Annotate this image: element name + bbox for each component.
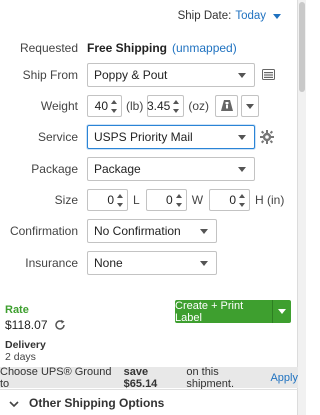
spinner-icon[interactable] bbox=[117, 193, 124, 208]
rate-label: Rate bbox=[5, 304, 29, 316]
insurance-label: Insurance bbox=[25, 255, 78, 270]
height-unit: H (in) bbox=[255, 192, 285, 207]
scrollbar-thumb[interactable] bbox=[299, 2, 305, 92]
ups-promo-savings: save $65.14 bbox=[123, 365, 158, 390]
spinner-icon[interactable] bbox=[111, 99, 118, 114]
confirmation-select[interactable]: No Confirmation bbox=[87, 218, 217, 243]
gear-icon[interactable] bbox=[260, 129, 274, 144]
requested-label: Requested bbox=[19, 41, 78, 55]
scale-dropdown-button[interactable] bbox=[241, 94, 260, 117]
requested-unmapped-link[interactable]: (unmapped) bbox=[172, 41, 237, 55]
weight-lb-value: 40 bbox=[94, 98, 108, 113]
scale-icon bbox=[220, 100, 233, 111]
chevron-down-icon bbox=[238, 134, 246, 140]
confirmation-value: No Confirmation bbox=[94, 223, 181, 238]
chevron-down-icon bbox=[200, 228, 208, 234]
service-value: USPS Priority Mail bbox=[94, 129, 193, 144]
size-height-input[interactable]: 0 bbox=[209, 188, 251, 211]
package-value: Package bbox=[94, 161, 141, 176]
delivery-label: Delivery bbox=[5, 339, 46, 351]
lb-unit: (lb) bbox=[126, 98, 144, 113]
chevron-down-icon[interactable] bbox=[273, 13, 281, 19]
weight-lb-input[interactable]: 40 bbox=[87, 94, 122, 117]
chevron-down-icon bbox=[246, 103, 255, 109]
ship-from-row: Ship From Poppy & Pout bbox=[0, 62, 298, 87]
size-width-value: 0 bbox=[166, 192, 173, 207]
size-length-value: 0 bbox=[107, 192, 114, 207]
package-row: Package Package bbox=[0, 156, 298, 181]
insurance-row: Insurance None bbox=[0, 250, 298, 275]
spinner-icon[interactable] bbox=[175, 193, 183, 208]
delivery-value: 2 days bbox=[5, 351, 36, 363]
spinner-icon[interactable] bbox=[173, 99, 180, 114]
ups-promo-text: Choose UPS® Ground to bbox=[0, 365, 112, 390]
ship-from-value: Poppy & Pout bbox=[94, 67, 168, 82]
ship-from-select[interactable]: Poppy & Pout bbox=[87, 62, 255, 87]
weight-row: Weight 40 (lb) 3.45 (oz) bbox=[0, 94, 298, 117]
size-length-input[interactable]: 0 bbox=[87, 188, 128, 211]
rate-value: $118.07 bbox=[5, 318, 48, 332]
printer-icon[interactable] bbox=[262, 68, 275, 81]
size-height-value: 0 bbox=[229, 192, 237, 207]
ups-promo-text-after: on this shipment. bbox=[186, 365, 235, 390]
insurance-select[interactable]: None bbox=[87, 250, 217, 275]
create-label-dropdown-button[interactable] bbox=[272, 300, 291, 323]
ship-date[interactable]: Ship Date: Today bbox=[178, 10, 281, 22]
weight-oz-value: 3.45 bbox=[146, 98, 171, 113]
apply-link[interactable]: Apply bbox=[270, 372, 298, 384]
size-width-input[interactable]: 0 bbox=[145, 188, 187, 211]
requested-row: Requested Free Shipping (unmapped) bbox=[0, 40, 298, 56]
insurance-value: None bbox=[94, 255, 123, 270]
weight-label: Weight bbox=[40, 98, 78, 113]
chevron-down-icon bbox=[9, 398, 19, 408]
size-label: Size bbox=[54, 192, 78, 207]
size-row: Size 0 L 0 W 0 H (in) bbox=[0, 188, 298, 211]
scale-button[interactable] bbox=[215, 94, 239, 117]
ship-date-label: Ship Date: bbox=[177, 10, 232, 22]
other-shipping-options-toggle[interactable]: Other Shipping Options bbox=[0, 389, 298, 415]
rate-display: $118.07 bbox=[5, 318, 66, 332]
create-print-label-button[interactable]: Create + Print Label bbox=[175, 300, 272, 324]
confirmation-row: Confirmation No Confirmation bbox=[0, 218, 298, 243]
confirmation-label: Confirmation bbox=[9, 223, 78, 238]
refresh-icon[interactable] bbox=[54, 319, 66, 331]
package-label: Package bbox=[31, 161, 78, 176]
other-shipping-options-label: Other Shipping Options bbox=[29, 395, 165, 410]
oz-unit: (oz) bbox=[188, 98, 210, 113]
weight-oz-input[interactable]: 3.45 bbox=[146, 94, 185, 117]
package-select[interactable]: Package bbox=[87, 156, 255, 181]
chevron-down-icon bbox=[238, 166, 246, 172]
service-label: Service bbox=[37, 129, 78, 144]
chevron-down-icon bbox=[200, 260, 208, 266]
create-label-split-button: Create + Print Label bbox=[175, 300, 291, 324]
shipping-panel: Ship Date: Today Requested Free Shipping… bbox=[0, 0, 298, 415]
ups-promo-bar: Choose UPS® Ground to save $65.14 on thi… bbox=[0, 365, 298, 390]
ship-date-value[interactable]: Today bbox=[235, 10, 266, 22]
vertical-scrollbar[interactable] bbox=[298, 0, 306, 415]
service-row: Service USPS Priority Mail bbox=[0, 124, 298, 149]
width-unit: W bbox=[191, 192, 204, 207]
ship-from-label: Ship From bbox=[22, 67, 78, 82]
spinner-icon[interactable] bbox=[239, 193, 246, 208]
service-select[interactable]: USPS Priority Mail bbox=[87, 124, 255, 149]
length-unit: L bbox=[133, 192, 140, 207]
requested-value: Free Shipping bbox=[87, 41, 168, 55]
chevron-down-icon bbox=[238, 72, 246, 78]
